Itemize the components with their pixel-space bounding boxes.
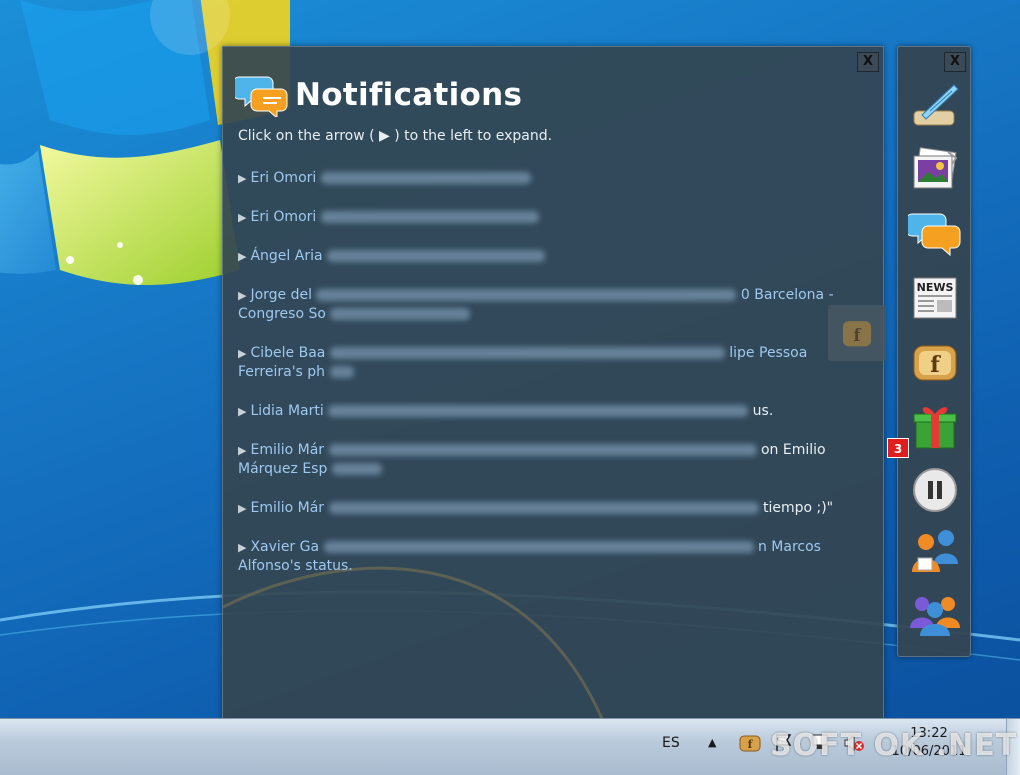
- notification-target-link[interactable]: lipe Pessoa: [729, 345, 807, 361]
- redacted-text: [327, 250, 546, 262]
- expand-arrow-icon[interactable]: ▶: [238, 502, 246, 515]
- expand-arrow-icon[interactable]: ▶: [238, 444, 246, 457]
- notification-target-link[interactable]: Márquez Esp: [238, 461, 327, 477]
- notification-target-link[interactable]: Alfonso's status.: [238, 558, 353, 574]
- notification-item[interactable]: ▶ Lidia Marti us.: [238, 402, 868, 421]
- svg-text:f: f: [930, 352, 941, 378]
- panel-title: Notifications: [295, 77, 523, 113]
- notification-user-link[interactable]: Eri Omori: [250, 170, 316, 186]
- notification-text: us.: [752, 403, 774, 419]
- notification-item[interactable]: ▶ Xavier Ga n Marcos Alfonso's status.: [238, 538, 868, 576]
- redacted-text: [320, 211, 539, 223]
- app-toolbar: X NEWS f: [897, 46, 971, 657]
- redacted-text: [316, 289, 737, 301]
- notification-text: on Emilio: [760, 442, 826, 458]
- notification-item[interactable]: ▶ Eri Omori: [238, 208, 868, 227]
- notification-list: ▶ Eri Omori ▶ Eri Omori ▶ Ángel Aria ▶ Jorge…: [238, 169, 868, 596]
- notification-item[interactable]: ▶ Emilio Már on Emilio Márquez Esp: [238, 441, 868, 479]
- expand-arrow-icon[interactable]: ▶: [238, 541, 246, 554]
- close-toolbar-button[interactable]: X: [944, 52, 966, 72]
- notification-item[interactable]: ▶ Emilio Már tiempo ;)": [238, 499, 868, 518]
- toolbar-item-news[interactable]: NEWS: [907, 271, 963, 325]
- expand-arrow-icon[interactable]: ▶: [238, 211, 246, 224]
- notification-item[interactable]: ▶ Ángel Aria: [238, 247, 868, 266]
- toolbar-item-pause[interactable]: [907, 463, 963, 517]
- notifications-panel: X Notifications Click on the arrow ( ▶ )…: [222, 46, 884, 720]
- facebook-toast-tray-icon[interactable]: f: [738, 731, 762, 755]
- facebook-toast-icon: f: [842, 321, 872, 347]
- chat-bubbles-icon: [235, 76, 288, 117]
- panel-header: Notifications: [235, 73, 522, 117]
- notification-text: tiempo ;)": [762, 500, 834, 516]
- notification-user-link[interactable]: Cibele Baa: [250, 345, 325, 361]
- gift-count-badge: 3: [887, 438, 909, 458]
- expand-arrow-icon[interactable]: ▶: [238, 405, 246, 418]
- notification-target-link[interactable]: 0 Barcelona -: [741, 287, 834, 303]
- groups-icon: [910, 597, 960, 636]
- toolbar-item-friends[interactable]: [907, 525, 963, 579]
- notification-target-link[interactable]: Congreso So: [238, 306, 326, 322]
- redacted-text: [328, 444, 757, 456]
- close-panel-button[interactable]: X: [857, 52, 879, 72]
- toolbar-item-photos[interactable]: [907, 143, 963, 197]
- notification-user-link[interactable]: Xavier Ga: [250, 539, 319, 555]
- notification-user-link[interactable]: Jorge del: [250, 287, 312, 303]
- redacted-text: [331, 463, 382, 475]
- news-icon: NEWS: [913, 277, 957, 319]
- toolbar-item-groups[interactable]: [907, 589, 963, 643]
- notification-item[interactable]: ▶ Cibele Baa lipe Pessoa Ferreira's ph: [238, 344, 868, 382]
- facebook-toast-icon: f: [913, 345, 957, 381]
- notification-user-link[interactable]: Emilio Már: [250, 500, 324, 516]
- expand-arrow-icon[interactable]: ▶: [238, 289, 246, 302]
- toolbar-item-gifts[interactable]: [907, 399, 963, 453]
- toolbar-item-facebook[interactable]: f: [907, 335, 963, 389]
- notification-item[interactable]: ▶ Jorge del 0 Barcelona - Congreso So: [238, 286, 868, 324]
- dragged-toolbar-icon: f: [828, 305, 886, 361]
- notification-user-link[interactable]: Ángel Aria: [250, 248, 322, 264]
- redacted-text: [320, 172, 531, 184]
- expand-arrow-icon[interactable]: ▶: [238, 250, 246, 263]
- redacted-text: [328, 405, 749, 417]
- notification-user-link[interactable]: Emilio Már: [250, 442, 324, 458]
- language-indicator[interactable]: ES: [662, 735, 680, 751]
- redacted-text: [330, 308, 471, 320]
- expand-arrow-icon[interactable]: ▶: [238, 347, 246, 360]
- notification-user-link[interactable]: Eri Omori: [250, 209, 316, 225]
- svg-text:NEWS: NEWS: [917, 281, 954, 294]
- redacted-text: [323, 541, 754, 553]
- expand-arrow-icon[interactable]: ▶: [238, 172, 246, 185]
- redacted-text: [329, 347, 725, 359]
- toolbar-item-compose[interactable]: [907, 80, 963, 134]
- notification-user-link[interactable]: Lidia Marti: [250, 403, 323, 419]
- expand-instruction: Click on the arrow ( ▶ ) to the left to …: [238, 128, 553, 144]
- notification-target-link[interactable]: Ferreira's ph: [238, 364, 325, 380]
- gift-icon: [913, 407, 957, 449]
- pause-icon: [913, 468, 957, 512]
- chat-bubbles-icon: [908, 213, 961, 257]
- toolbar-item-notifications[interactable]: [907, 207, 963, 261]
- notification-item[interactable]: ▶ Eri Omori: [238, 169, 868, 188]
- redacted-text: [329, 366, 354, 378]
- show-hidden-icons-button[interactable]: ▲: [708, 736, 716, 749]
- quill-scroll-icon: [913, 84, 959, 126]
- friends-icon: [912, 530, 958, 572]
- redacted-text: [328, 502, 759, 514]
- svg-text:f: f: [853, 326, 861, 345]
- watermark-text: SOFT OK .NET: [770, 728, 1018, 763]
- notification-target-link[interactable]: n Marcos: [758, 539, 821, 555]
- photo-icon: [913, 147, 958, 189]
